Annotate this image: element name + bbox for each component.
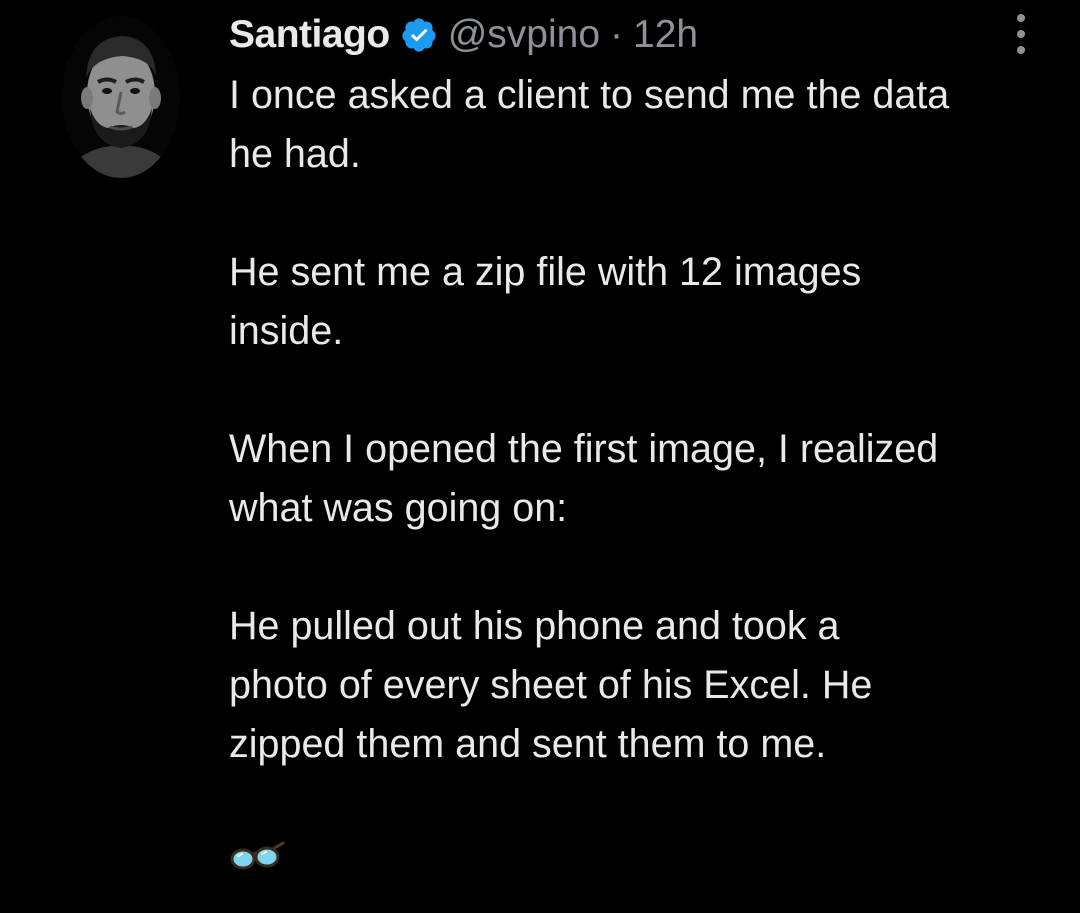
separator-dot: · <box>610 13 624 56</box>
tweet-line: He pulled out his phone and took a <box>229 604 840 648</box>
tweet-line: inside. <box>229 309 344 353</box>
author-handle[interactable]: @svpino <box>448 13 600 57</box>
tweet-header: Santiago @svpino · 12h <box>229 12 698 58</box>
tweet[interactable]: Santiago @svpino · 12h I once asked a cl… <box>0 0 1080 913</box>
tweet-line: He sent me a zip file with 12 images <box>229 250 862 294</box>
tweet-line: I once asked a client to send me the dat… <box>229 73 950 117</box>
tweet-line: When I opened the first image, I realize… <box>229 427 939 471</box>
eyeglasses-emoji <box>229 833 285 873</box>
tweet-paragraph: He sent me a zip file with 12 images ins… <box>229 243 1059 361</box>
tweet-paragraph: I once asked a client to send me the dat… <box>229 66 1059 184</box>
tweet-line: he had. <box>229 132 361 176</box>
avatar[interactable] <box>62 16 180 178</box>
tweet-paragraph: He pulled out his phone and took a photo… <box>229 597 1059 774</box>
verified-badge-icon <box>400 16 438 54</box>
tweet-paragraph: When I opened the first image, I realize… <box>229 420 1059 538</box>
more-options-icon[interactable] <box>1006 14 1036 54</box>
author-name[interactable]: Santiago <box>229 13 390 57</box>
timestamp[interactable]: 12h <box>633 13 698 57</box>
tweet-line: photo of every sheet of his Excel. He <box>229 663 873 707</box>
tweet-line: zipped them and sent them to me. <box>229 722 827 766</box>
tweet-line: what was going on: <box>229 486 568 530</box>
tweet-body: I once asked a client to send me the dat… <box>229 66 1059 873</box>
